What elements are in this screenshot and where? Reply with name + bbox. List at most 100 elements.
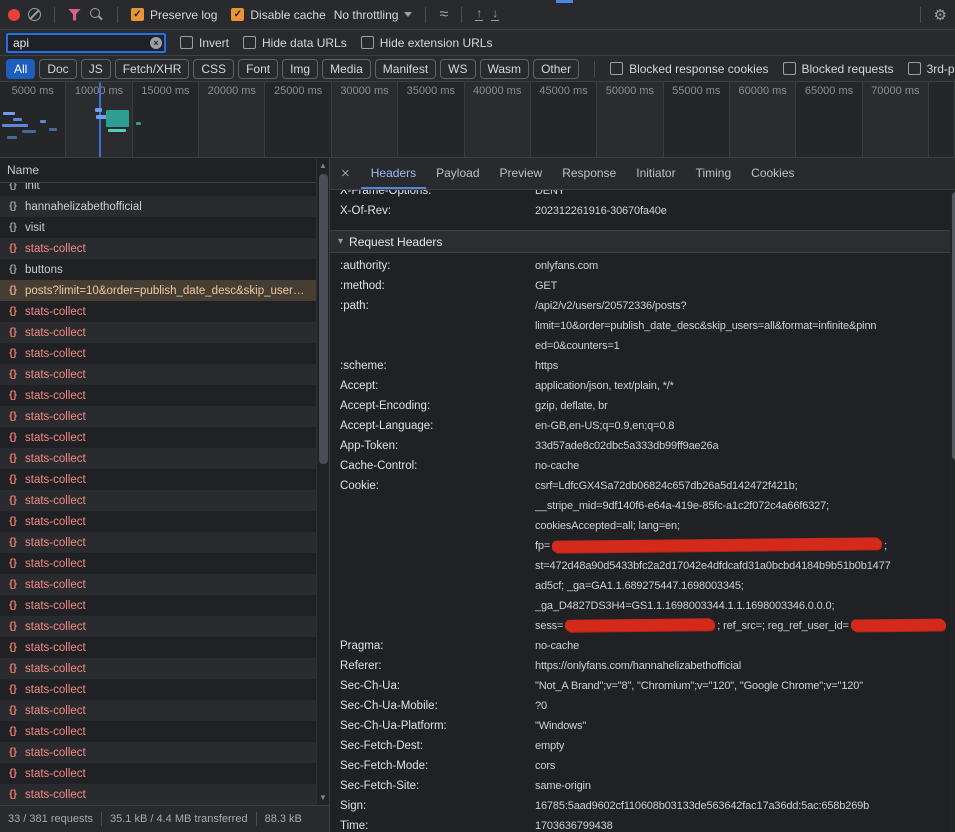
filter-pill-doc[interactable]: Doc [39, 59, 76, 79]
timeline-cell: 45000 ms [531, 82, 597, 157]
request-row[interactable]: {}stats-collect [0, 511, 329, 532]
tab-payload[interactable]: Payload [426, 158, 489, 189]
header-name: Pragma: [340, 636, 535, 656]
left-scrollbar[interactable]: ▲ ▼ [316, 158, 329, 805]
filter-row: × Invert Hide data URLs Hide extension URL… [0, 30, 955, 56]
filter-pill-wasm[interactable]: Wasm [480, 59, 530, 79]
request-row[interactable]: {}stats-collect [0, 742, 329, 763]
filter-pill-manifest[interactable]: Manifest [375, 59, 436, 79]
timeline-label: 15000 ms [133, 85, 198, 97]
request-name: hannahelizabethofficial [25, 201, 315, 213]
header-value: "Windows" [535, 716, 955, 736]
request-row[interactable]: {}stats-collect [0, 700, 329, 721]
request-row[interactable]: {}stats-collect [0, 679, 329, 700]
checkbox-box[interactable] [361, 36, 374, 49]
filter-input[interactable] [6, 33, 166, 53]
record-button[interactable] [8, 9, 20, 21]
typefilter-checkbox-blocked-response-cookies[interactable]: Blocked response cookies [610, 62, 768, 76]
request-row[interactable]: {}stats-collect [0, 490, 329, 511]
checkbox-box[interactable] [908, 62, 921, 75]
header-value: 33d57ade8c02dbc5a333db99ff9ae26a [535, 436, 955, 456]
filter-pill-font[interactable]: Font [238, 59, 278, 79]
timeline-overview[interactable]: 5000 ms10000 ms15000 ms20000 ms25000 ms3… [0, 82, 955, 158]
toolbar-checkbox-preserve-log[interactable]: ✓Preserve log [131, 8, 217, 22]
filter-funnel-icon[interactable] [68, 9, 81, 21]
filter-pill-media[interactable]: Media [322, 59, 371, 79]
tab-response[interactable]: Response [552, 158, 626, 189]
timeline-label: 5000 ms [0, 85, 65, 97]
request-row[interactable]: {}stats-collect [0, 616, 329, 637]
timeline-cell: 70000 ms [863, 82, 929, 157]
filter-pill-ws[interactable]: WS [440, 59, 475, 79]
request-row[interactable]: {}stats-collect [0, 238, 329, 259]
filter-pill-other[interactable]: Other [533, 59, 579, 79]
scrollbar-thumb[interactable] [319, 174, 328, 464]
checkbox-box[interactable]: ✓ [231, 8, 244, 21]
scroll-down-arrow[interactable]: ▼ [317, 793, 329, 802]
request-row[interactable]: {}stats-collect [0, 448, 329, 469]
import-har-icon[interactable]: ↑ [475, 8, 483, 21]
tab-headers[interactable]: Headers [361, 158, 426, 189]
toolbar-checkbox-disable-cache[interactable]: ✓Disable cache [231, 8, 325, 22]
checkbox-box[interactable] [243, 36, 256, 49]
tab-cookies[interactable]: Cookies [741, 158, 804, 189]
settings-gear-icon[interactable]: ⚙ [934, 6, 947, 24]
filter-pill-img[interactable]: Img [282, 59, 318, 79]
request-row[interactable]: {}posts?limit=10&order=publish_date_desc… [0, 280, 329, 301]
search-icon[interactable] [89, 7, 104, 22]
request-row[interactable]: {}buttons [0, 259, 329, 280]
request-row[interactable]: {}init [0, 183, 329, 196]
request-row[interactable]: {}stats-collect [0, 637, 329, 658]
request-row[interactable]: {}stats-collect [0, 301, 329, 322]
export-har-icon[interactable]: ↓ [491, 8, 499, 21]
filter-checkbox-hide-data-urls[interactable]: Hide data URLs [243, 36, 347, 50]
request-row[interactable]: {}stats-collect [0, 553, 329, 574]
filter-pill-fetch-xhr[interactable]: Fetch/XHR [115, 59, 190, 79]
header-name: :authority: [340, 256, 535, 276]
filter-checkbox-invert[interactable]: Invert [180, 36, 229, 50]
request-row[interactable]: {}stats-collect [0, 322, 329, 343]
right-scrollbar[interactable] [950, 190, 955, 832]
request-list-header[interactable]: Name [0, 158, 329, 183]
request-row[interactable]: {}stats-collect [0, 406, 329, 427]
clear-network-log-button[interactable] [28, 8, 41, 21]
request-row[interactable]: {}stats-collect [0, 532, 329, 553]
network-conditions-icon[interactable]: ≈ [439, 8, 448, 22]
filter-pill-css[interactable]: CSS [193, 59, 234, 79]
checkbox-box[interactable] [180, 36, 193, 49]
request-row[interactable]: {}stats-collect [0, 574, 329, 595]
checkbox-box[interactable] [610, 62, 623, 75]
timeline-cell: 15000 ms [133, 82, 199, 157]
filter-checkbox-hide-extension-urls[interactable]: Hide extension URLs [361, 36, 493, 50]
request-row[interactable]: {}stats-collect [0, 721, 329, 742]
request-row[interactable]: {}stats-collect [0, 427, 329, 448]
typefilter-checkbox-3rd-party-requests[interactable]: 3rd-party requests [908, 62, 955, 76]
filter-pill-all[interactable]: All [6, 59, 35, 79]
scroll-up-arrow[interactable]: ▲ [317, 161, 329, 170]
checkbox-box[interactable]: ✓ [131, 8, 144, 21]
request-headers-section[interactable]: ▾ Request Headers [330, 230, 955, 253]
tab-initiator[interactable]: Initiator [626, 158, 685, 189]
request-row[interactable]: {}stats-collect [0, 658, 329, 679]
request-row[interactable]: {}stats-collect [0, 385, 329, 406]
tab-preview[interactable]: Preview [490, 158, 553, 189]
request-row[interactable]: {}stats-collect [0, 469, 329, 490]
request-row[interactable]: {}stats-collect [0, 343, 329, 364]
throttling-dropdown[interactable]: No throttling [334, 8, 413, 22]
request-row[interactable]: {}stats-collect [0, 763, 329, 784]
tab-timing[interactable]: Timing [686, 158, 742, 189]
header-name: Sec-Ch-Ua-Mobile: [340, 696, 535, 716]
filter-checkboxes: Invert Hide data URLs Hide extension URLs [180, 36, 492, 50]
filter-pill-js[interactable]: JS [81, 59, 111, 79]
typefilter-checkbox-blocked-requests[interactable]: Blocked requests [783, 62, 894, 76]
request-row[interactable]: {}stats-collect [0, 364, 329, 385]
request-name: stats-collect [25, 579, 315, 591]
request-row[interactable]: {}visit [0, 217, 329, 238]
request-row[interactable]: {}stats-collect [0, 595, 329, 616]
divider [920, 7, 921, 23]
checkbox-box[interactable] [783, 62, 796, 75]
request-row[interactable]: {}hannahelizabethofficial [0, 196, 329, 217]
close-icon[interactable]: × [330, 158, 361, 189]
clear-filter-icon[interactable]: × [150, 37, 162, 49]
request-row[interactable]: {}stats-collect [0, 784, 329, 805]
